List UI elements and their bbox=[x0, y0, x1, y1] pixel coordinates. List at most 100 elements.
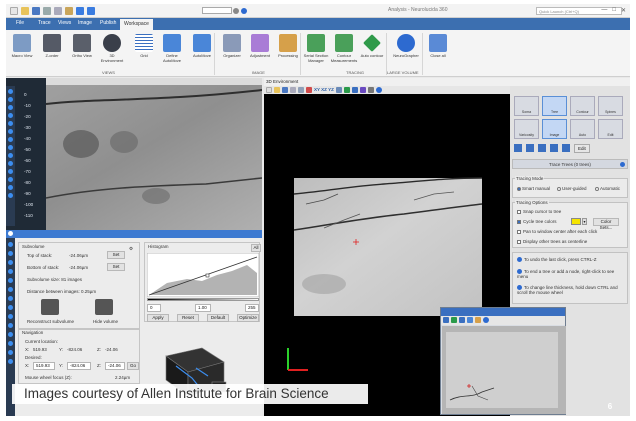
help-icon[interactable] bbox=[240, 7, 247, 14]
tool-icon[interactable] bbox=[8, 145, 13, 150]
tool-icon[interactable] bbox=[8, 323, 13, 328]
option-snap-cursor[interactable]: Snap cursor to tree bbox=[517, 209, 561, 214]
mode-smart-manual[interactable]: Smart manual bbox=[517, 186, 550, 191]
histogram-min-field[interactable]: 0 bbox=[147, 304, 161, 312]
define-automove-button[interactable]: Define AutoMove bbox=[158, 34, 186, 63]
3d-environment-button[interactable]: 3D Environment bbox=[98, 34, 126, 63]
option-pan-to-center[interactable]: Pan to window center after each click bbox=[517, 229, 597, 234]
histogram-max-field[interactable]: 255 bbox=[245, 304, 259, 312]
organizer-button[interactable]: Organizer bbox=[218, 34, 246, 59]
edit-button[interactable]: Edit bbox=[574, 144, 590, 153]
trace-mode-varicosity[interactable]: Varicosity bbox=[514, 119, 539, 139]
tab-workspace[interactable]: Workspace bbox=[120, 19, 153, 30]
set-bottom-button[interactable]: Set bbox=[107, 263, 125, 271]
mode-user-guided[interactable]: User-guided bbox=[557, 186, 587, 191]
tool-icon[interactable] bbox=[8, 242, 13, 247]
trace-mode-contour[interactable]: Contour bbox=[570, 96, 595, 116]
help-icon[interactable] bbox=[375, 87, 382, 93]
split-icon[interactable] bbox=[550, 144, 558, 152]
redo-icon[interactable] bbox=[87, 7, 95, 15]
tool-icon[interactable] bbox=[8, 161, 13, 166]
tool-icon[interactable] bbox=[8, 129, 13, 134]
settings-icon[interactable] bbox=[233, 7, 240, 14]
set-top-button[interactable]: Set bbox=[107, 251, 125, 259]
tab-publish[interactable]: Publish bbox=[100, 20, 116, 26]
tool-icon[interactable] bbox=[8, 113, 13, 118]
macro-view-button[interactable]: Macro View bbox=[8, 34, 36, 59]
render-icon[interactable] bbox=[359, 87, 366, 93]
histogram-plot[interactable] bbox=[147, 253, 259, 297]
option-display-centerline[interactable]: Display other trees as centerline bbox=[517, 239, 587, 244]
tool-icon[interactable] bbox=[8, 193, 13, 198]
histogram-default-button[interactable]: Default bbox=[207, 314, 229, 322]
pan-icon[interactable] bbox=[343, 87, 350, 93]
tab-trace[interactable]: Trace bbox=[38, 20, 51, 26]
ortho-view-button[interactable]: Ortho View bbox=[68, 34, 96, 59]
automove-button[interactable]: AutoMove bbox=[188, 34, 216, 59]
open-folder-icon[interactable] bbox=[21, 7, 29, 15]
option-cycle-colors[interactable]: Cycle tree colors bbox=[517, 219, 557, 224]
tool-icon[interactable] bbox=[8, 359, 13, 364]
cut-icon[interactable] bbox=[43, 7, 51, 15]
contour-measurements-button[interactable]: Contour Measurements bbox=[330, 34, 358, 63]
tool-icon[interactable] bbox=[8, 314, 13, 319]
save-icon[interactable] bbox=[32, 7, 40, 15]
minimize-icon[interactable]: — bbox=[601, 7, 607, 14]
tab-image[interactable]: Image bbox=[78, 20, 92, 26]
tool-icon[interactable] bbox=[8, 185, 13, 190]
save-icon[interactable] bbox=[282, 87, 288, 93]
settings-icon[interactable] bbox=[367, 87, 374, 93]
branch-icon[interactable] bbox=[526, 144, 534, 152]
tab-file[interactable]: File bbox=[16, 20, 24, 26]
tree-color-swatch[interactable] bbox=[571, 218, 581, 225]
info-icon[interactable] bbox=[8, 231, 13, 236]
overview-window[interactable] bbox=[440, 307, 566, 415]
desired-z-field[interactable]: -24.06 bbox=[105, 362, 125, 370]
close-all-button[interactable]: Close all bbox=[424, 34, 452, 59]
select-icon[interactable] bbox=[514, 144, 522, 152]
tool-icon[interactable] bbox=[8, 97, 13, 102]
histogram-reset-button[interactable]: Reset bbox=[177, 314, 199, 322]
trace-mode-edit[interactable]: Edit bbox=[598, 119, 623, 139]
tool-icon[interactable] bbox=[8, 341, 13, 346]
tool-icon[interactable] bbox=[8, 350, 13, 355]
target-icon[interactable] bbox=[351, 87, 358, 93]
color-dropdown[interactable]: ▾ bbox=[582, 218, 587, 225]
fit-icon[interactable] bbox=[459, 317, 465, 323]
tool-icon[interactable] bbox=[8, 137, 13, 142]
mode-automatic[interactable]: Automatic bbox=[595, 186, 620, 191]
trace-mode-image[interactable]: Image bbox=[542, 119, 567, 139]
help-icon[interactable] bbox=[620, 162, 625, 167]
grid-button[interactable]: Grid bbox=[130, 34, 158, 59]
histogram-gamma-field[interactable]: 1.00 bbox=[195, 304, 211, 312]
tool-icon[interactable] bbox=[8, 305, 13, 310]
reconstruct-subvolume-icon[interactable] bbox=[41, 299, 59, 315]
join-icon[interactable] bbox=[538, 144, 546, 152]
tool-icon[interactable] bbox=[8, 269, 13, 274]
tool-icon[interactable] bbox=[8, 177, 13, 182]
tool-icon[interactable] bbox=[8, 296, 13, 301]
tool-icon[interactable] bbox=[8, 169, 13, 174]
refresh-icon[interactable] bbox=[467, 317, 473, 323]
open-folder-icon[interactable] bbox=[274, 87, 280, 93]
desired-x-field[interactable]: 519.93 bbox=[33, 362, 55, 370]
new-file-icon[interactable] bbox=[266, 87, 272, 93]
tool-icon[interactable] bbox=[8, 332, 13, 337]
desired-y-field[interactable]: -824.06 bbox=[67, 362, 91, 370]
tool-icon[interactable] bbox=[8, 251, 13, 256]
trace-mode-auto[interactable]: Auto bbox=[570, 119, 595, 139]
copy-icon[interactable] bbox=[54, 7, 62, 15]
paste-icon[interactable] bbox=[65, 7, 73, 15]
overview-title-bar[interactable] bbox=[441, 308, 565, 316]
copy-icon[interactable] bbox=[290, 87, 296, 93]
histogram-apply-button[interactable]: Apply bbox=[147, 314, 169, 322]
screenshot-icon[interactable] bbox=[298, 87, 304, 93]
view-selector[interactable] bbox=[202, 7, 247, 14]
tool-icon[interactable] bbox=[8, 278, 13, 283]
neurographer-button[interactable]: NeuroGrapher bbox=[392, 34, 420, 59]
help-icon[interactable] bbox=[483, 317, 489, 323]
trace-mode-soma[interactable]: Soma bbox=[514, 96, 539, 116]
adjustment-button[interactable]: Adjustment bbox=[246, 34, 274, 59]
tool-icon[interactable] bbox=[8, 89, 13, 94]
new-file-icon[interactable] bbox=[10, 7, 18, 15]
